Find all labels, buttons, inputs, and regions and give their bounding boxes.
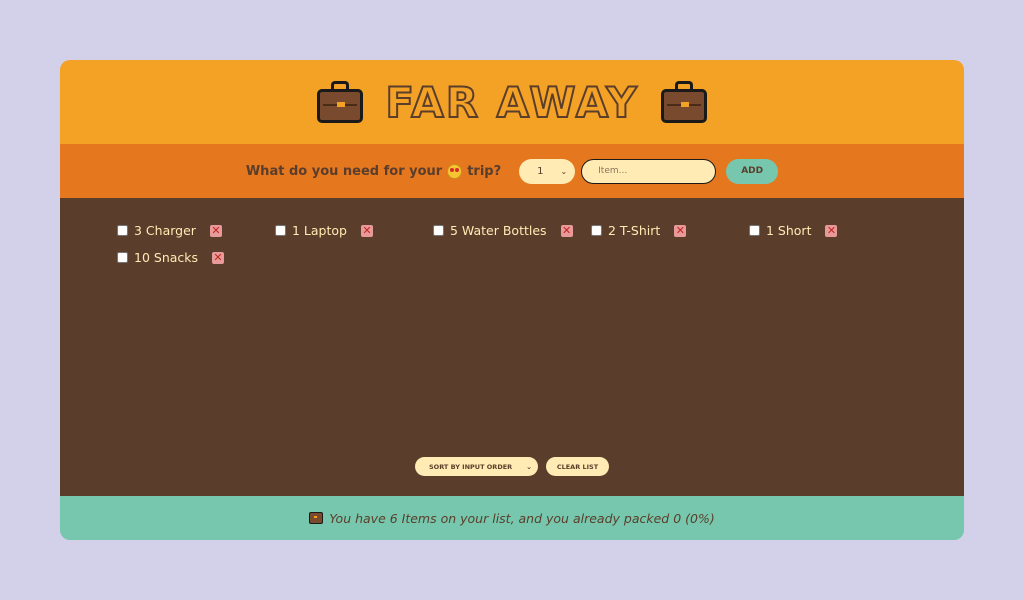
list-item: 3 Charger ✕ (117, 222, 275, 239)
sort-value: SORT BY INPUT ORDER (429, 462, 513, 471)
clear-list-button[interactable]: CLEAR LIST (546, 457, 609, 476)
star-eyes-face-icon (447, 163, 463, 179)
packed-checkbox[interactable] (591, 225, 602, 236)
item-label: 2 T-Shirt (608, 223, 661, 238)
form-question: What do you need for your trip? (245, 163, 502, 179)
packed-checkbox[interactable] (749, 225, 760, 236)
quantity-value: 1 (537, 165, 544, 177)
list-item: 1 Short ✕ (749, 222, 907, 239)
list-actions: SORT BY INPUT ORDER ⌄ CLEAR LIST (60, 457, 964, 476)
item-list: 3 Charger ✕ 1 Laptop ✕ 5 Water Bottles ✕ 2 T-S… (117, 222, 907, 266)
remove-icon[interactable]: ✕ (209, 224, 222, 237)
remove-icon[interactable]: ✕ (212, 251, 225, 264)
remove-icon[interactable]: ✕ (825, 224, 838, 237)
app-window: FAR AWAY What do you need for your trip?… (60, 60, 964, 540)
list-item: 2 T-Shirt ✕ (591, 222, 749, 239)
sort-select[interactable]: SORT BY INPUT ORDER ⌄ (415, 457, 538, 476)
briefcase-icon (317, 81, 364, 123)
list-item: 10 Snacks ✕ (117, 249, 275, 266)
remove-icon[interactable]: ✕ (360, 224, 373, 237)
packed-checkbox[interactable] (117, 225, 128, 236)
packed-checkbox[interactable] (275, 225, 286, 236)
packing-list: 3 Charger ✕ 1 Laptop ✕ 5 Water Bottles ✕ 2 T-S… (60, 198, 964, 496)
quantity-select[interactable]: 1 ⌄ (519, 158, 576, 184)
chevron-down-icon: ⌄ (526, 462, 532, 471)
header: FAR AWAY (60, 60, 964, 144)
packed-checkbox[interactable] (117, 252, 128, 263)
remove-icon[interactable]: ✕ (560, 224, 573, 237)
item-label: 5 Water Bottles (450, 223, 547, 238)
item-label: 1 Short (766, 223, 812, 238)
remove-icon[interactable]: ✕ (674, 224, 687, 237)
briefcase-icon (660, 81, 707, 123)
stats-footer: You have 6 Items on your list, and you a… (60, 496, 964, 540)
packed-checkbox[interactable] (433, 225, 444, 236)
list-item: 1 Laptop ✕ (275, 222, 433, 239)
briefcase-icon (309, 512, 324, 524)
question-suffix: trip? (467, 163, 502, 179)
chevron-down-icon: ⌄ (560, 166, 568, 176)
item-label: 1 Laptop (292, 223, 347, 238)
list-item: 5 Water Bottles ✕ (433, 222, 591, 239)
item-input[interactable] (581, 158, 717, 184)
item-label: 10 Snacks (134, 250, 199, 265)
item-label: 3 Charger (134, 223, 196, 238)
stats-text: You have 6 Items on your list, and you a… (329, 510, 715, 526)
question-prefix: What do you need for your (245, 163, 443, 179)
add-button[interactable]: ADD (726, 158, 779, 184)
add-item-form: What do you need for your trip? 1 ⌄ ADD (60, 144, 964, 198)
page-title: FAR AWAY (384, 77, 639, 128)
